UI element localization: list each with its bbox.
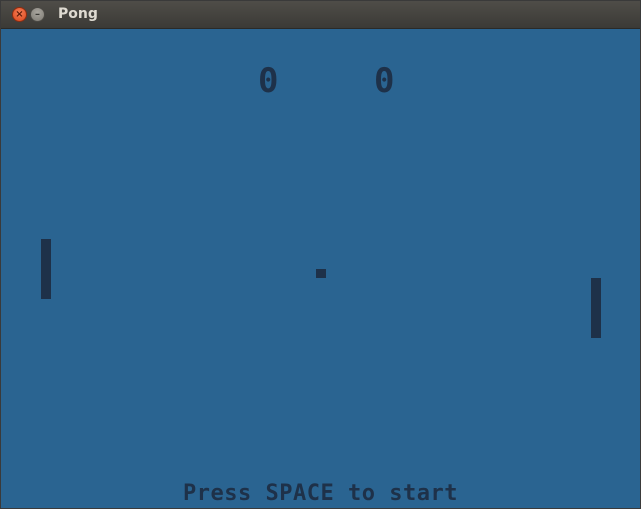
right-paddle bbox=[591, 278, 601, 338]
window-title: Pong bbox=[58, 6, 98, 22]
left-paddle bbox=[41, 239, 51, 299]
score-right: 0 bbox=[374, 61, 395, 101]
start-prompt: Press SPACE to start bbox=[183, 481, 458, 506]
close-icon: × bbox=[15, 8, 24, 20]
window-titlebar[interactable]: × – Pong bbox=[1, 1, 640, 29]
game-canvas[interactable]: 0 0 Press SPACE to start bbox=[1, 29, 640, 508]
score-left: 0 bbox=[258, 61, 279, 101]
minimize-button[interactable]: – bbox=[30, 7, 45, 22]
ball bbox=[316, 269, 326, 278]
close-button[interactable]: × bbox=[12, 7, 27, 22]
minimize-icon: – bbox=[35, 8, 40, 20]
pong-window: × – Pong 0 0 Press SPACE to start bbox=[0, 0, 641, 509]
